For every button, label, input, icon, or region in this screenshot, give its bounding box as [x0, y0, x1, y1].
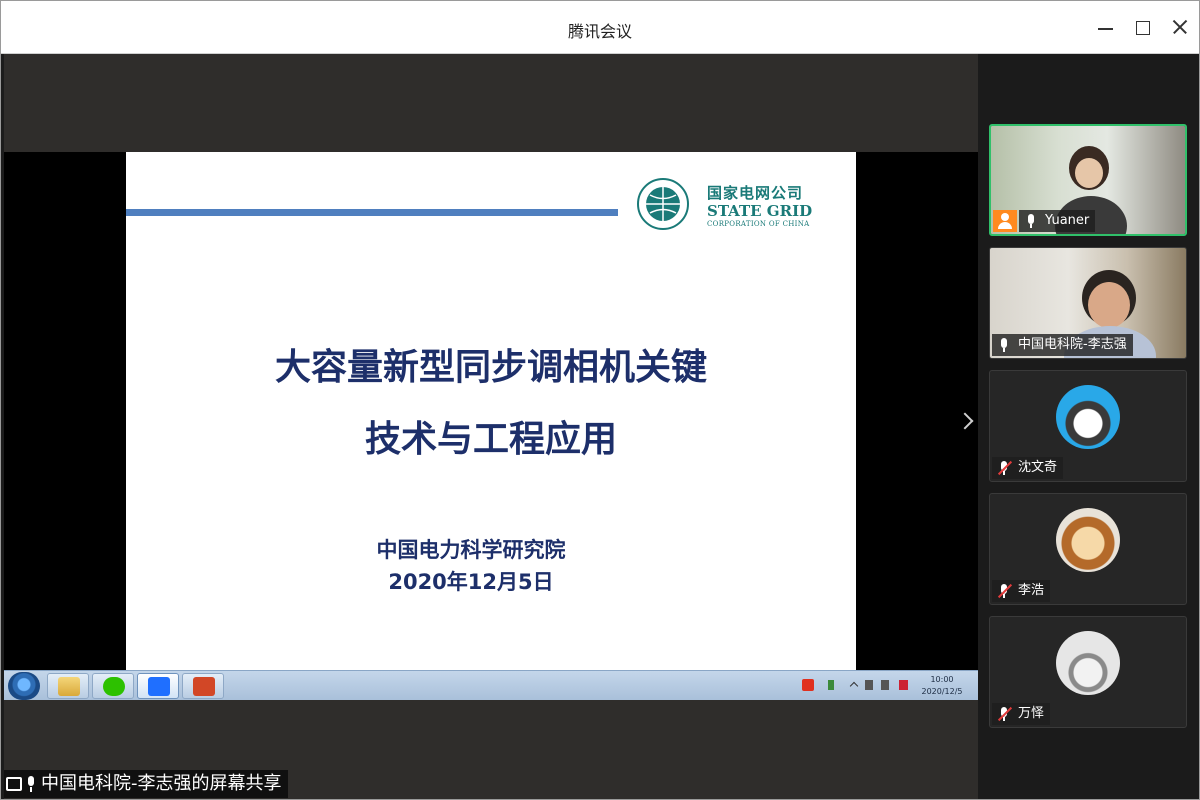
folder-icon — [58, 677, 80, 696]
screen-share-icon — [6, 777, 22, 791]
sogou-ime-icon[interactable] — [802, 679, 814, 691]
microphone-muted-icon — [996, 460, 1013, 476]
volume-icon[interactable] — [881, 680, 889, 690]
minimize-button[interactable] — [1094, 15, 1118, 39]
participant-label: 万怿 — [992, 703, 1051, 725]
shared-screen: 国家电网公司 STATE GRID CORPORATION OF CHINA 大… — [4, 54, 978, 799]
microphone-muted-icon — [996, 583, 1013, 599]
slide-header-stripe — [126, 209, 618, 216]
slide-date: 2020年12月5日 — [388, 570, 554, 594]
microphone-muted-icon — [996, 706, 1013, 722]
window-title: 腾讯会议 — [567, 22, 632, 41]
participant-tile[interactable]: 李浩 — [989, 493, 1187, 605]
participant-label: Yuaner — [1019, 210, 1096, 232]
shared-taskbar: 10:00 2020/12/5 — [4, 670, 978, 700]
tencent-meeting-icon — [148, 677, 170, 696]
avatar — [1056, 508, 1120, 572]
participant-name: 李浩 — [1018, 583, 1045, 598]
participant-label: 沈文奇 — [992, 457, 1064, 479]
title-bar: 腾讯会议 — [1, 1, 1199, 54]
taskbar-clock[interactable]: 10:00 2020/12/5 — [913, 674, 971, 698]
participant-name: 沈文奇 — [1018, 460, 1058, 475]
taskbar-explorer[interactable] — [47, 673, 89, 699]
taskbar-powerpoint[interactable] — [182, 673, 224, 699]
logo-english-subtext: CORPORATION OF CHINA — [707, 220, 810, 228]
state-grid-logo-icon — [637, 178, 689, 230]
slide-title-line2: 技术与工程应用 — [364, 419, 617, 460]
participant-label: 中国电科院-李志强 — [992, 334, 1133, 356]
participant-name: 中国电科院-李志强 — [1018, 337, 1127, 352]
taskbar-wechat[interactable] — [92, 673, 134, 699]
participant-name: 万怿 — [1018, 706, 1045, 721]
screen-share-status: 中国电科院-李志强的屏幕共享 — [4, 770, 288, 798]
participants-panel: Yuaner 中国电科院-李志强 沈文奇 李浩 万怿 — [978, 54, 1199, 799]
maximize-button[interactable] — [1131, 15, 1155, 39]
clock-time: 10:00 — [930, 675, 954, 684]
microphone-icon — [996, 337, 1012, 353]
presentation-slide: 国家电网公司 STATE GRID CORPORATION OF CHINA 大… — [126, 152, 856, 670]
logo-english-text: STATE GRID — [707, 202, 813, 220]
slide-title-line1: 大容量新型同步调相机关键 — [274, 347, 707, 388]
participant-tile[interactable]: 沈文奇 — [989, 370, 1187, 482]
participant-tile[interactable]: Yuaner — [989, 124, 1187, 236]
taskbar-meeting[interactable] — [137, 673, 179, 699]
logo-chinese-text: 国家电网公司 — [707, 184, 804, 202]
powerpoint-icon — [193, 677, 215, 696]
microphone-icon — [26, 776, 36, 792]
participant-tile[interactable]: 中国电科院-李志强 — [989, 247, 1187, 359]
participant-tile[interactable]: 万怿 — [989, 616, 1187, 728]
avatar — [1056, 631, 1120, 695]
wechat-icon — [103, 677, 125, 696]
participant-label: 李浩 — [992, 580, 1051, 602]
host-icon — [993, 210, 1017, 232]
network-icon[interactable] — [865, 680, 873, 690]
participant-name: Yuaner — [1045, 213, 1090, 228]
meeting-window: 腾讯会议 国家电网公司 STATE GRID CORPORATION OF CH… — [0, 0, 1200, 800]
microphone-icon — [1023, 213, 1039, 229]
battery-icon[interactable] — [828, 680, 834, 690]
avatar — [1056, 385, 1120, 449]
start-button[interactable] — [8, 672, 40, 700]
disconnected-icon[interactable] — [899, 680, 908, 690]
screen-share-label: 中国电科院-李志强的屏幕共享 — [41, 773, 282, 794]
clock-date: 2020/12/5 — [921, 687, 963, 696]
tray-expand-icon[interactable] — [849, 681, 859, 691]
close-button[interactable] — [1168, 15, 1192, 39]
slide-organization: 中国电力科学研究院 — [376, 538, 566, 562]
